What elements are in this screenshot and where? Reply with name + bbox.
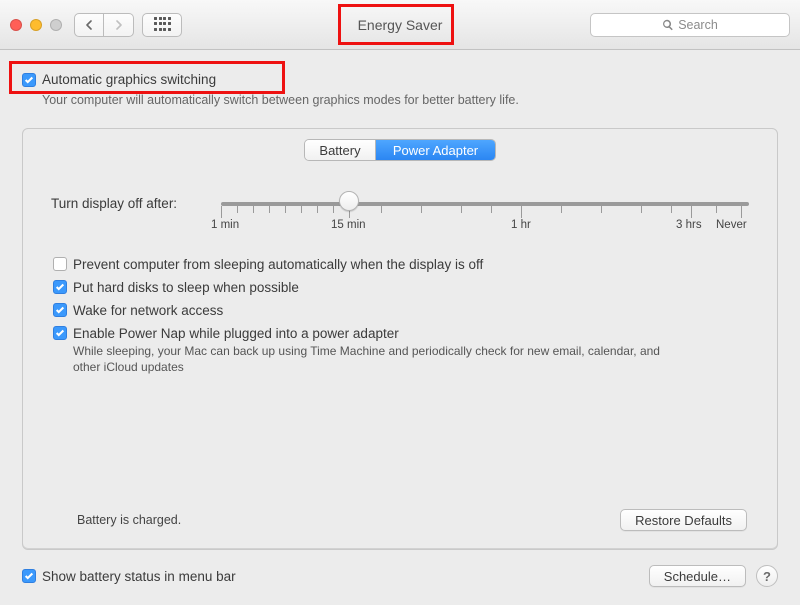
forward-button[interactable] — [104, 13, 134, 37]
checkmark-icon — [55, 282, 65, 292]
close-window-button[interactable] — [10, 19, 22, 31]
automatic-graphics-switching-label: Automatic graphics switching — [42, 72, 216, 87]
automatic-graphics-switching-subtitle: Your computer will automatically switch … — [42, 93, 519, 107]
back-button[interactable] — [74, 13, 104, 37]
schedule-button[interactable]: Schedule… — [649, 565, 746, 587]
automatic-graphics-switching-row[interactable]: Automatic graphics switching — [22, 72, 216, 87]
automatic-graphics-switching-checkbox[interactable] — [22, 73, 36, 87]
battery-status-text: Battery is charged. — [53, 513, 181, 527]
tab-battery[interactable]: Battery — [305, 140, 375, 160]
search-icon — [662, 19, 674, 31]
power-nap-row[interactable]: Enable Power Nap while plugged into a po… — [53, 326, 747, 341]
hd-sleep-label: Put hard disks to sleep when possible — [73, 280, 299, 295]
chevron-right-icon — [115, 20, 123, 30]
display-off-label: Turn display off after: — [51, 196, 177, 211]
hd-sleep-row[interactable]: Put hard disks to sleep when possible — [53, 280, 747, 295]
show-all-button[interactable] — [142, 13, 182, 37]
slider-knob[interactable] — [339, 191, 359, 211]
power-nap-label: Enable Power Nap while plugged into a po… — [73, 326, 399, 341]
tab-power-adapter[interactable]: Power Adapter — [375, 140, 495, 160]
display-off-slider[interactable]: 1 min 15 min 1 hr 3 hrs Never — [221, 189, 749, 193]
nav-buttons — [74, 13, 134, 37]
checkmark-icon — [24, 571, 34, 581]
options-list: Prevent computer from sleeping automatic… — [53, 257, 747, 375]
settings-panel: Battery Power Adapter Turn display off a… — [22, 128, 778, 550]
wake-network-row[interactable]: Wake for network access — [53, 303, 747, 318]
chevron-left-icon — [85, 20, 93, 30]
bottom-bar: Show battery status in menu bar Schedule… — [22, 565, 778, 587]
show-battery-status-row[interactable]: Show battery status in menu bar — [22, 569, 236, 584]
prevent-sleep-row[interactable]: Prevent computer from sleeping automatic… — [53, 257, 747, 272]
search-placeholder: Search — [678, 18, 718, 32]
help-button[interactable]: ? — [756, 565, 778, 587]
wake-network-label: Wake for network access — [73, 303, 223, 318]
checkmark-icon — [55, 328, 65, 338]
power-source-tabs: Battery Power Adapter — [304, 139, 496, 161]
zoom-window-button[interactable] — [50, 19, 62, 31]
grid-icon — [154, 17, 170, 33]
prevent-sleep-checkbox[interactable] — [53, 257, 67, 271]
minimize-window-button[interactable] — [30, 19, 42, 31]
show-battery-status-label: Show battery status in menu bar — [42, 569, 236, 584]
panel-footer: Battery is charged. Restore Defaults — [53, 509, 747, 531]
wake-network-checkbox[interactable] — [53, 303, 67, 317]
window-controls — [10, 19, 62, 31]
checkmark-icon — [24, 75, 34, 85]
power-nap-subtitle: While sleeping, your Mac can back up usi… — [73, 343, 673, 375]
content: Automatic graphics switching Your comput… — [0, 50, 800, 605]
search-input[interactable]: Search — [590, 13, 790, 37]
titlebar: Energy Saver Search — [0, 0, 800, 50]
hd-sleep-checkbox[interactable] — [53, 280, 67, 294]
restore-defaults-button[interactable]: Restore Defaults — [620, 509, 747, 531]
checkmark-icon — [55, 305, 65, 315]
prevent-sleep-label: Prevent computer from sleeping automatic… — [73, 257, 483, 272]
power-nap-checkbox[interactable] — [53, 326, 67, 340]
show-battery-status-checkbox[interactable] — [22, 569, 36, 583]
window-title: Energy Saver — [358, 17, 443, 33]
